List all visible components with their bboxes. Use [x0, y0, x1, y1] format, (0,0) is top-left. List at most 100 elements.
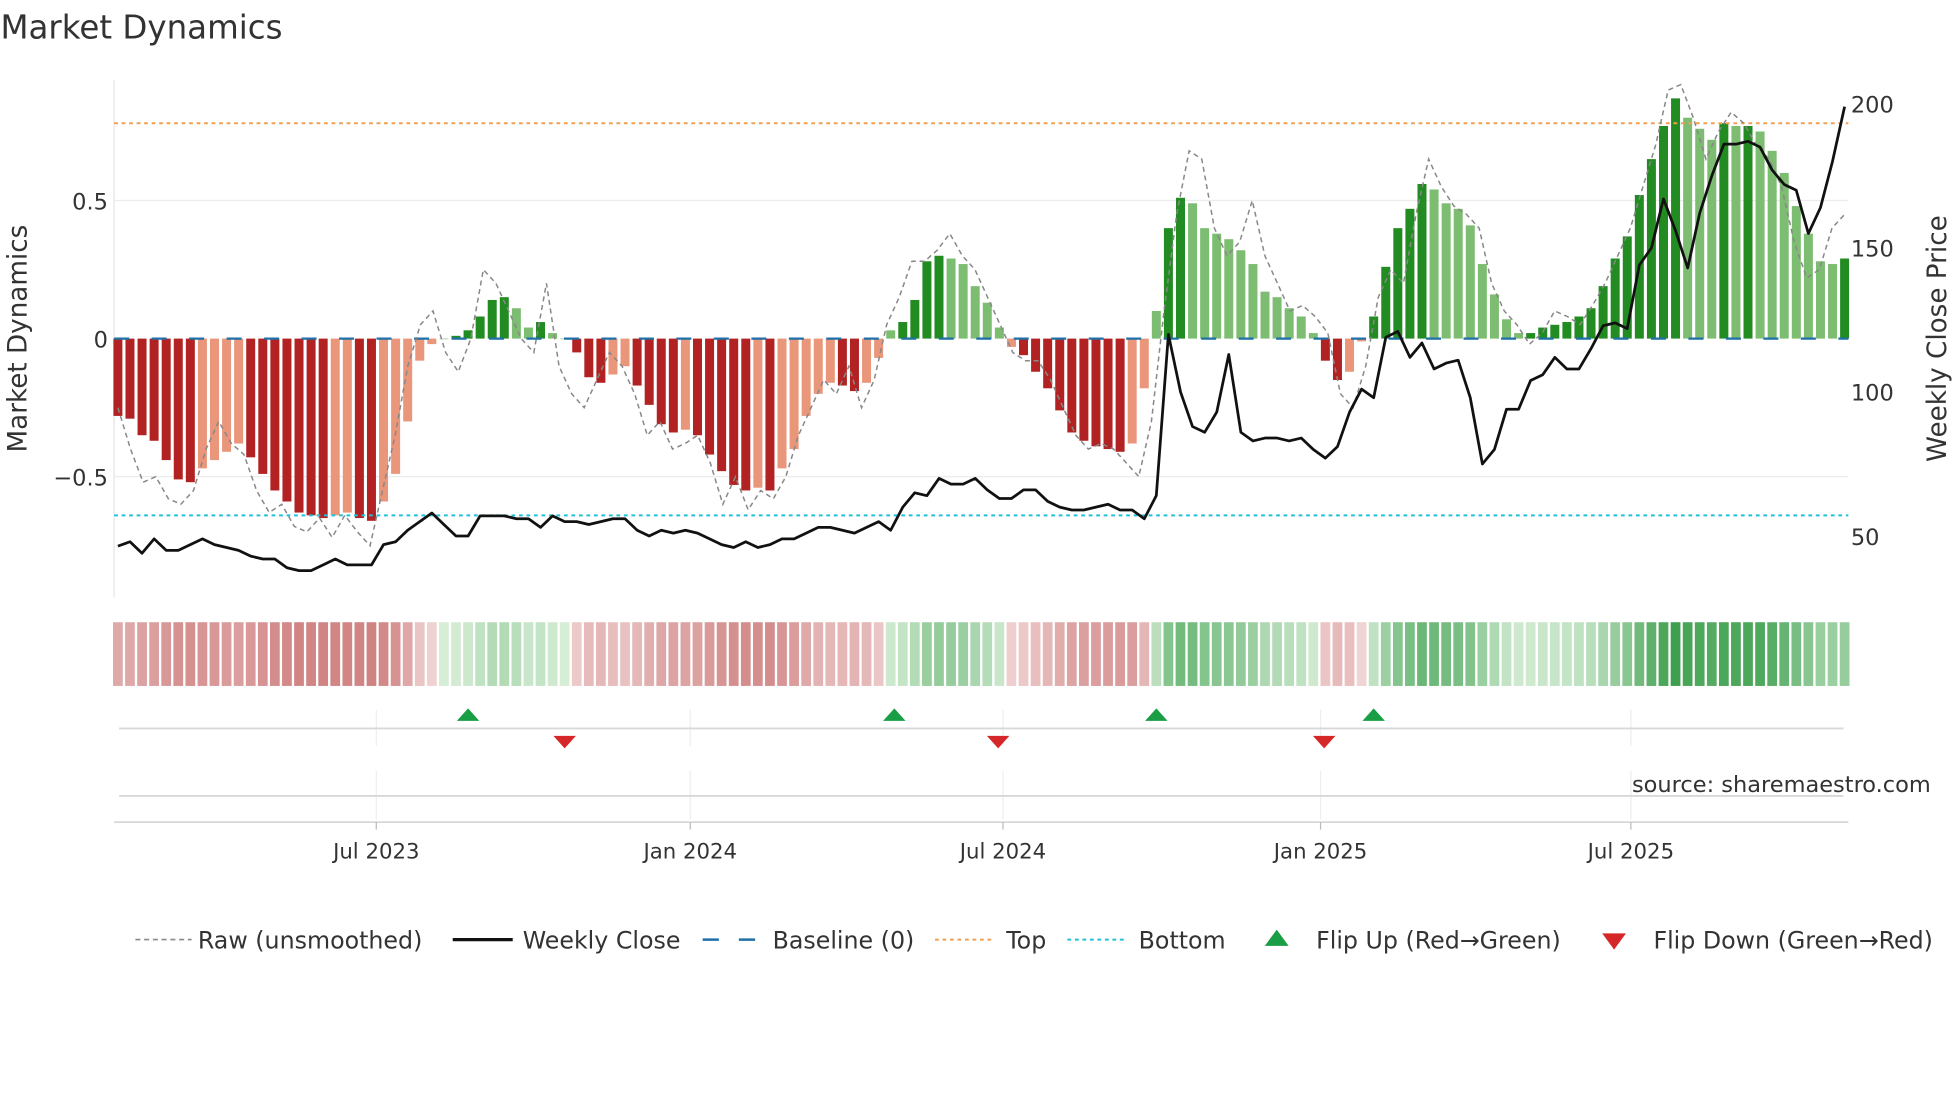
heat-strip-cell [1115, 622, 1125, 686]
bar [729, 338, 739, 485]
heat-strip-cell [777, 622, 787, 686]
heat-strip-cell [245, 622, 256, 686]
bar [825, 338, 835, 383]
bar [1236, 250, 1246, 339]
y2-axis-label: Weekly Close Price [1923, 215, 1953, 462]
bar [1767, 150, 1777, 339]
bar [1103, 338, 1113, 450]
heat-strip-cell [1332, 622, 1343, 686]
heat-strip-cell [1646, 622, 1657, 686]
bar [982, 302, 992, 339]
bar [1393, 228, 1403, 339]
bar [910, 299, 920, 339]
heat-strip-cell [1549, 622, 1560, 686]
heat-strip-cell [1610, 622, 1621, 686]
bar [1296, 316, 1306, 339]
bar [415, 338, 425, 361]
bar [1574, 316, 1584, 339]
heat-strip-cell [704, 622, 715, 686]
bar [644, 338, 654, 405]
heat-strip-cell [1827, 622, 1838, 686]
bar [934, 255, 944, 339]
bar [1453, 208, 1463, 339]
market-dynamics-chart: Market Dynamics Market Dynamics Weekly C… [0, 9, 1953, 955]
heat-strip-cell [1489, 622, 1500, 686]
bar [717, 338, 727, 472]
heat-strip-cell [1368, 622, 1379, 686]
heat-strip-cell [1139, 622, 1150, 686]
flip-down-marker [986, 735, 1010, 749]
heat-strip-cell [559, 622, 570, 686]
legend-label-flip-down: Flip Down (Green→Red) [1653, 926, 1932, 954]
heat-strip-cell [571, 622, 582, 686]
y-tick-label: 0 [94, 327, 108, 353]
heat-strip-cell [1525, 622, 1536, 686]
flip-markers [119, 708, 1844, 820]
heat-strip-cell [668, 622, 679, 686]
bar [1188, 203, 1198, 339]
flip-up-marker [1145, 708, 1168, 721]
heat-strip-cell [1054, 622, 1065, 686]
heat-strip-cell [426, 622, 437, 686]
bar [1586, 308, 1596, 339]
bar [1115, 338, 1125, 452]
heat-strip-cell [197, 622, 208, 686]
heat-strip-cell [1429, 622, 1439, 686]
heat-strip-cell [740, 622, 751, 686]
heat-strip-cell [1731, 622, 1741, 686]
bar [886, 330, 896, 339]
heat-strip-cell [1743, 622, 1753, 686]
bar [282, 338, 292, 502]
heat-strip-cell [752, 622, 763, 686]
bar [801, 338, 811, 416]
legend-label-top: Top [1005, 926, 1046, 954]
heat-strip-cell [873, 622, 884, 686]
bar [354, 338, 364, 519]
heat-strip-cell [1803, 622, 1814, 686]
bar [765, 338, 775, 491]
y2-tick-label: 150 [1851, 237, 1894, 263]
heat-strip-cell [209, 622, 220, 686]
flip-up-marker [456, 708, 480, 721]
heat-strip-cell [1453, 622, 1464, 686]
heat-strip-cell [1815, 622, 1826, 686]
heat-strip-cell [1030, 622, 1041, 686]
legend-flip-up-icon [1264, 929, 1289, 946]
heat-strip-cell [837, 622, 848, 686]
bar [270, 338, 280, 491]
heat-strip-cell [1392, 622, 1403, 686]
bar [209, 338, 219, 461]
bar [1417, 183, 1427, 339]
x-tick-label: Jan 2025 [1272, 839, 1368, 864]
heat-strip-cell [1779, 622, 1790, 686]
heat-strip-cell [366, 622, 377, 686]
bar [668, 338, 678, 433]
bar [789, 338, 799, 450]
heat-strip-cell [439, 622, 449, 686]
bar [958, 264, 968, 339]
bar [1502, 319, 1512, 339]
bar [1683, 117, 1693, 339]
heat-strip-cell [1658, 622, 1669, 686]
bar [1345, 338, 1355, 372]
heat-strip-cell [1091, 622, 1101, 686]
bar [1200, 228, 1210, 339]
bar [342, 338, 352, 513]
heat-strip-cell [1066, 622, 1077, 686]
x-tick-label: Jan 2024 [641, 839, 737, 864]
heat-strip-cell [1235, 622, 1246, 686]
heat-strip-cell [294, 622, 304, 686]
heat-strip-cell [547, 622, 558, 686]
y-tick-label: −0.5 [53, 465, 108, 491]
heat-strip-cell [970, 622, 981, 686]
bar [1671, 98, 1681, 339]
bar [1139, 338, 1149, 389]
bar [898, 322, 908, 339]
heat-strip-cell [1405, 622, 1415, 686]
heat-strip-cell [330, 622, 341, 686]
heat-strip-cell [982, 622, 993, 686]
heat-strip-cell [1562, 622, 1572, 686]
bar [608, 338, 618, 375]
heat-strip-cell [378, 622, 389, 686]
heat-strip-cell [342, 622, 353, 686]
